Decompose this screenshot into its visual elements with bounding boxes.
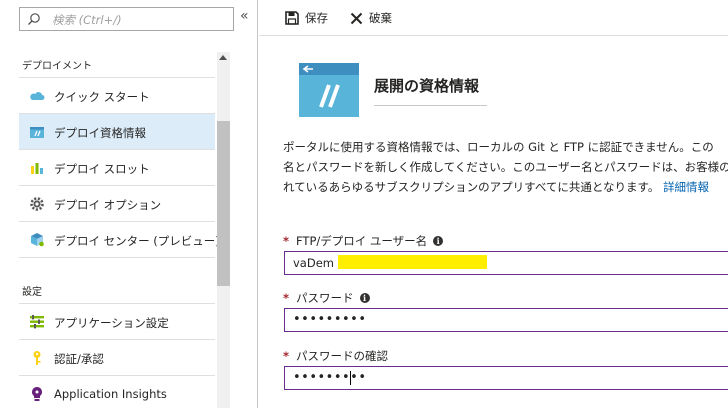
command-bar: 保存 破棄: [259, 0, 728, 36]
menu-item-deployment-slots[interactable]: デプロイ スロット: [19, 150, 215, 186]
section-header-settings: 設定: [22, 287, 42, 298]
menu-item-label: デプロイ オプション: [54, 198, 162, 212]
password-label: * パスワード i: [283, 290, 370, 306]
password-value: •••••••••: [293, 312, 367, 327]
search-box[interactable]: 検索 (Ctrl+/): [19, 7, 234, 31]
scroll-up-arrow-icon[interactable]: [219, 55, 227, 60]
menu-item-authentication[interactable]: 認証/承認: [19, 340, 215, 376]
info-icon[interactable]: i: [359, 293, 370, 303]
app-settings-icon: [30, 315, 44, 329]
more-info-link[interactable]: 詳細情報: [663, 180, 709, 194]
required-marker: *: [283, 349, 290, 363]
username-label-text: FTP/デプロイ ユーザー名: [296, 234, 428, 248]
menu-item-application-settings[interactable]: アプリケーション設定: [19, 304, 215, 340]
username-label: * FTP/デプロイ ユーザー名 i: [283, 233, 444, 249]
menu-item-label: デプロイ スロット: [54, 162, 150, 176]
description-line-3: れているあらゆるサブスクリプションのアプリすべてに共通となります。 詳細情報: [283, 177, 728, 197]
gear-icon: [30, 197, 44, 211]
section-header-deployment: デプロイメント: [22, 61, 92, 72]
menu-item-label: アプリケーション設定: [54, 316, 169, 330]
discard-label: 破棄: [369, 11, 392, 25]
required-marker: *: [283, 234, 290, 248]
confirm-password-label-text: パスワードの確認: [296, 349, 389, 363]
confirm-password-value: •••••••••: [293, 370, 367, 385]
lightbulb-icon: [32, 387, 42, 401]
page-title: 展開の資格情報: [374, 77, 480, 95]
description-line: ポータルに使用する資格情報では、ローカルの Git と FTP に認証できません…: [283, 140, 714, 154]
close-icon: [350, 12, 363, 24]
info-icon[interactable]: i: [433, 236, 444, 246]
description: ポータルに使用する資格情報では、ローカルの Git と FTP に認証できません…: [283, 137, 728, 197]
menu-item-label: Application Insights: [54, 387, 167, 401]
discard-button[interactable]: 破棄: [350, 10, 392, 26]
cloud-icon: [30, 92, 45, 100]
collapse-menu-button[interactable]: «: [240, 8, 249, 24]
menu-item-label: 認証/承認: [54, 352, 104, 366]
menu-item-label: クイック スタート: [54, 90, 150, 104]
description-line: 名とパスワードを新しく作成してください。このユーザー名とパスワードは、お客様の …: [283, 160, 728, 174]
title-underline: [374, 105, 487, 106]
description-text: れているあらゆるサブスクリプションのアプリすべてに共通となります。: [283, 180, 660, 194]
username-value: vaDem: [293, 256, 334, 270]
credentials-icon: [30, 127, 44, 138]
confirm-password-label: * パスワードの確認: [283, 348, 388, 364]
deployment-credentials-icon: [299, 63, 359, 117]
menu-item-deployment-options[interactable]: デプロイ オプション: [19, 186, 215, 222]
menu-scrollbar-thumb[interactable]: [217, 121, 230, 286]
menu-item-deployment-center[interactable]: デプロイ センター (プレビュー): [19, 222, 220, 258]
save-button[interactable]: 保存: [285, 10, 328, 26]
key-icon: [33, 351, 41, 365]
menu-item-application-insights[interactable]: Application Insights: [19, 376, 215, 408]
save-icon: [285, 11, 299, 25]
menu-item-deployment-credentials[interactable]: デプロイ資格情報: [19, 114, 215, 150]
password-label-text: パスワード: [296, 291, 354, 305]
slots-icon: [31, 163, 43, 174]
required-marker: *: [283, 291, 290, 305]
save-label: 保存: [305, 11, 328, 25]
text-caret: [350, 371, 351, 385]
redaction-highlight: [338, 255, 487, 269]
menu-item-label: デプロイ資格情報: [54, 126, 146, 140]
menu-item-label: デプロイ センター (プレビュー): [54, 234, 220, 248]
resource-menu: 検索 (Ctrl+/) « デプロイメント クイック スタート デプロイ資格情報…: [0, 0, 258, 408]
search-icon: [28, 13, 40, 25]
search-placeholder: 検索 (Ctrl+/): [52, 13, 122, 27]
deployment-center-icon: [31, 233, 44, 247]
menu-item-quickstart[interactable]: クイック スタート: [19, 78, 215, 114]
password-field[interactable]: •••••••••: [284, 308, 728, 332]
